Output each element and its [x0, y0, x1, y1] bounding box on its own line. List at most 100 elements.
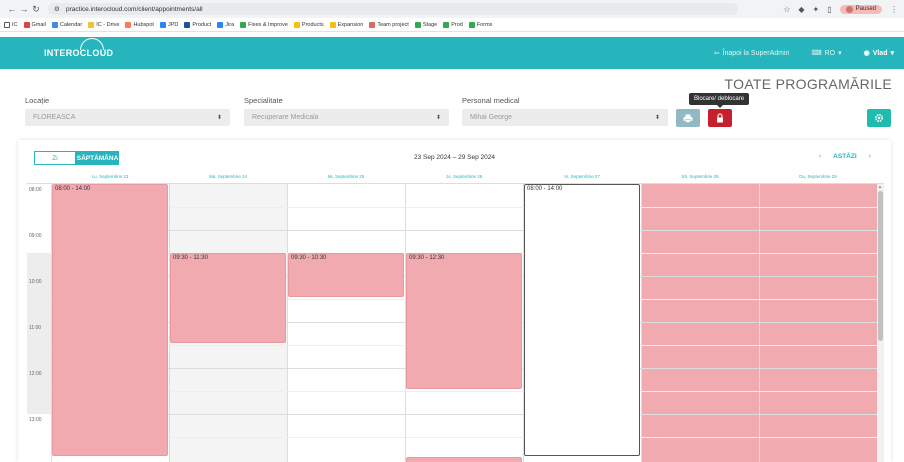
- bookmark-calendar[interactable]: Calendar: [51, 21, 82, 28]
- bookmark-gmail[interactable]: Gmail: [23, 21, 46, 28]
- star-icon[interactable]: ☆: [783, 5, 790, 14]
- select-caret-icon: ⬍: [435, 115, 441, 121]
- user-label: Vlad: [872, 49, 888, 57]
- user-dropdown[interactable]: ◉ Vlad ▾: [863, 49, 894, 58]
- back-to-superadmin-link[interactable]: ⇦ Înapoi la SuperAdmin: [713, 49, 790, 58]
- day-column-sun[interactable]: [759, 184, 877, 462]
- appointment-block[interactable]: 09:30 - 12:30: [406, 253, 522, 389]
- grid-line: [51, 207, 884, 208]
- day-header: Lu, Septembrie 23: [91, 174, 129, 179]
- bookmark-products[interactable]: Products: [293, 21, 324, 28]
- day-column-tue[interactable]: [169, 184, 287, 253]
- back-arrow-icon[interactable]: ←: [6, 4, 18, 14]
- bookmark-product[interactable]: Product: [184, 21, 211, 28]
- scroll-up-icon[interactable]: ▲: [878, 184, 882, 189]
- specialty-value: Recuperare Medicala: [252, 114, 319, 121]
- location-select[interactable]: FLOREASCA ⬍: [25, 109, 230, 126]
- date-range: 23 Sep 2024 – 29 Sep 2024: [414, 154, 495, 161]
- keyboard-icon: ⌨: [811, 50, 822, 57]
- day-headers: Lu, Septembrie 23 Ma, Septembrie 24 Mi, …: [51, 174, 877, 183]
- calendar-scrollbar[interactable]: ▲: [877, 184, 884, 462]
- browser-toolbar: ← → ↻ ⚙ practice.interocloud.com/client/…: [0, 0, 904, 18]
- scrollbar-thumb[interactable]: [878, 191, 883, 341]
- select-caret-icon: ⬍: [216, 115, 222, 121]
- lang-label: RO: [824, 49, 836, 57]
- appointment-block[interactable]: 08:00 - 14:00: [524, 184, 640, 456]
- bookmark-hubspot[interactable]: Hubspot: [125, 21, 154, 28]
- appointment-time: 08:00 - 14:00: [527, 186, 563, 192]
- bookmark-prod[interactable]: Prod: [443, 21, 463, 28]
- url-text: practice.interocloud.com/client/appointm…: [66, 5, 203, 13]
- gear-icon: [874, 113, 884, 123]
- appointment-block[interactable]: 08:00 - 14:00: [52, 184, 168, 456]
- settings-button[interactable]: [867, 109, 891, 127]
- day-header: Sâ, Septembrie 28: [681, 174, 719, 179]
- time-slot-shade: [27, 345, 51, 368]
- today-button[interactable]: ASTĂZI: [833, 153, 856, 160]
- avatar-icon: [845, 5, 853, 13]
- specialty-label: Specialitate: [244, 96, 283, 105]
- bookmark-stage[interactable]: Stage: [414, 21, 437, 28]
- time-label: 13:00: [29, 417, 42, 423]
- appointment-time: 09:30 - 12:30: [409, 255, 445, 261]
- appointment-block[interactable]: [406, 457, 522, 462]
- bookmark-fixes[interactable]: Fixes & Improve: [240, 21, 288, 28]
- bookmarks-bar: IC Gmail Calendar IC - Drive Hubspot JPD…: [0, 18, 904, 32]
- forward-arrow-icon[interactable]: →: [18, 4, 30, 14]
- extension-icon[interactable]: ◆: [798, 5, 804, 14]
- time-label: 12:00: [27, 368, 51, 391]
- bookmark-jira[interactable]: Jira: [217, 21, 234, 28]
- reload-icon[interactable]: ↻: [30, 4, 42, 15]
- cloud-icon: [80, 38, 104, 50]
- appointment-time: 08:00 - 14:00: [55, 186, 91, 192]
- grid-line: [51, 391, 884, 392]
- chevron-down-icon: ▾: [890, 50, 894, 57]
- calendar-card: Zi SĂPTĂMÂNA 23 Sep 2024 – 29 Sep 2024 ‹…: [18, 140, 891, 462]
- day-header: Jo, Septembrie 26: [445, 174, 483, 179]
- puzzle-icon[interactable]: ✦: [813, 5, 820, 14]
- sign-out-icon: ⇦: [713, 50, 720, 57]
- bookmark-ic[interactable]: IC: [4, 21, 18, 28]
- day-header: Mi, Septembrie 25: [327, 174, 365, 179]
- profile-paused-button[interactable]: Paused: [839, 4, 882, 14]
- bookmark-forms[interactable]: Forms: [468, 21, 492, 28]
- lock-tooltip: Blocare/ deblocare: [689, 93, 750, 108]
- grid-line: [51, 230, 884, 231]
- user-icon: ◉: [863, 50, 870, 57]
- calendar-grid: 08:00 09:00 10:00 11:00 12:00 13:00 08:0…: [27, 183, 884, 462]
- appointment-block[interactable]: 09:30 - 10:30: [288, 253, 404, 297]
- lock-unlock-button[interactable]: [708, 109, 732, 127]
- address-bar[interactable]: ⚙ practice.interocloud.com/client/appoin…: [48, 3, 738, 15]
- interocloud-logo[interactable]: INTEROCLOUD: [44, 38, 113, 58]
- print-icon: [683, 114, 693, 123]
- time-slot-shade: [27, 253, 51, 276]
- time-label: 08:00: [29, 187, 42, 193]
- time-column: 08:00 09:00 10:00 11:00 12:00 13:00: [27, 184, 51, 462]
- specialty-select[interactable]: Recuperare Medicala ⬍: [244, 109, 449, 126]
- next-week-icon[interactable]: ›: [869, 153, 871, 160]
- staff-value: Mihai George: [470, 114, 513, 121]
- appointment-time: 09:30 - 11:30: [173, 255, 208, 261]
- app-header: INTEROCLOUD ⇦ Înapoi la SuperAdmin ⌨ RO ▾ ◉…: [0, 37, 904, 69]
- appointment-block[interactable]: 09:30 - 11:30: [170, 253, 286, 343]
- bookmark-jpd[interactable]: JPD: [159, 21, 178, 28]
- bookmark-drive[interactable]: IC - Drive: [88, 21, 119, 28]
- bookmark-team-project[interactable]: Team project: [369, 21, 409, 28]
- chevron-down-icon: ▾: [838, 50, 842, 57]
- language-dropdown[interactable]: ⌨ RO ▾: [811, 49, 842, 58]
- day-header: Du, Septembrie 29: [799, 174, 837, 179]
- day-column-sat[interactable]: [641, 184, 759, 462]
- back-label: Înapoi la SuperAdmin: [722, 49, 790, 57]
- time-label: 09:00: [29, 233, 42, 239]
- day-column-wed[interactable]: [287, 184, 405, 462]
- bookmark-expansion[interactable]: Expansion: [329, 21, 363, 28]
- lock-icon: [717, 113, 723, 123]
- prev-week-icon[interactable]: ‹: [819, 153, 821, 160]
- menu-icon[interactable]: ⋮: [890, 5, 898, 14]
- staff-select[interactable]: Mihai George ⬍: [462, 109, 668, 126]
- time-label: 10:00: [27, 276, 51, 299]
- sidebar-icon[interactable]: ▯: [827, 5, 831, 14]
- site-info-icon[interactable]: ⚙: [54, 5, 62, 13]
- grid-line: [51, 437, 884, 438]
- print-button[interactable]: [676, 109, 700, 127]
